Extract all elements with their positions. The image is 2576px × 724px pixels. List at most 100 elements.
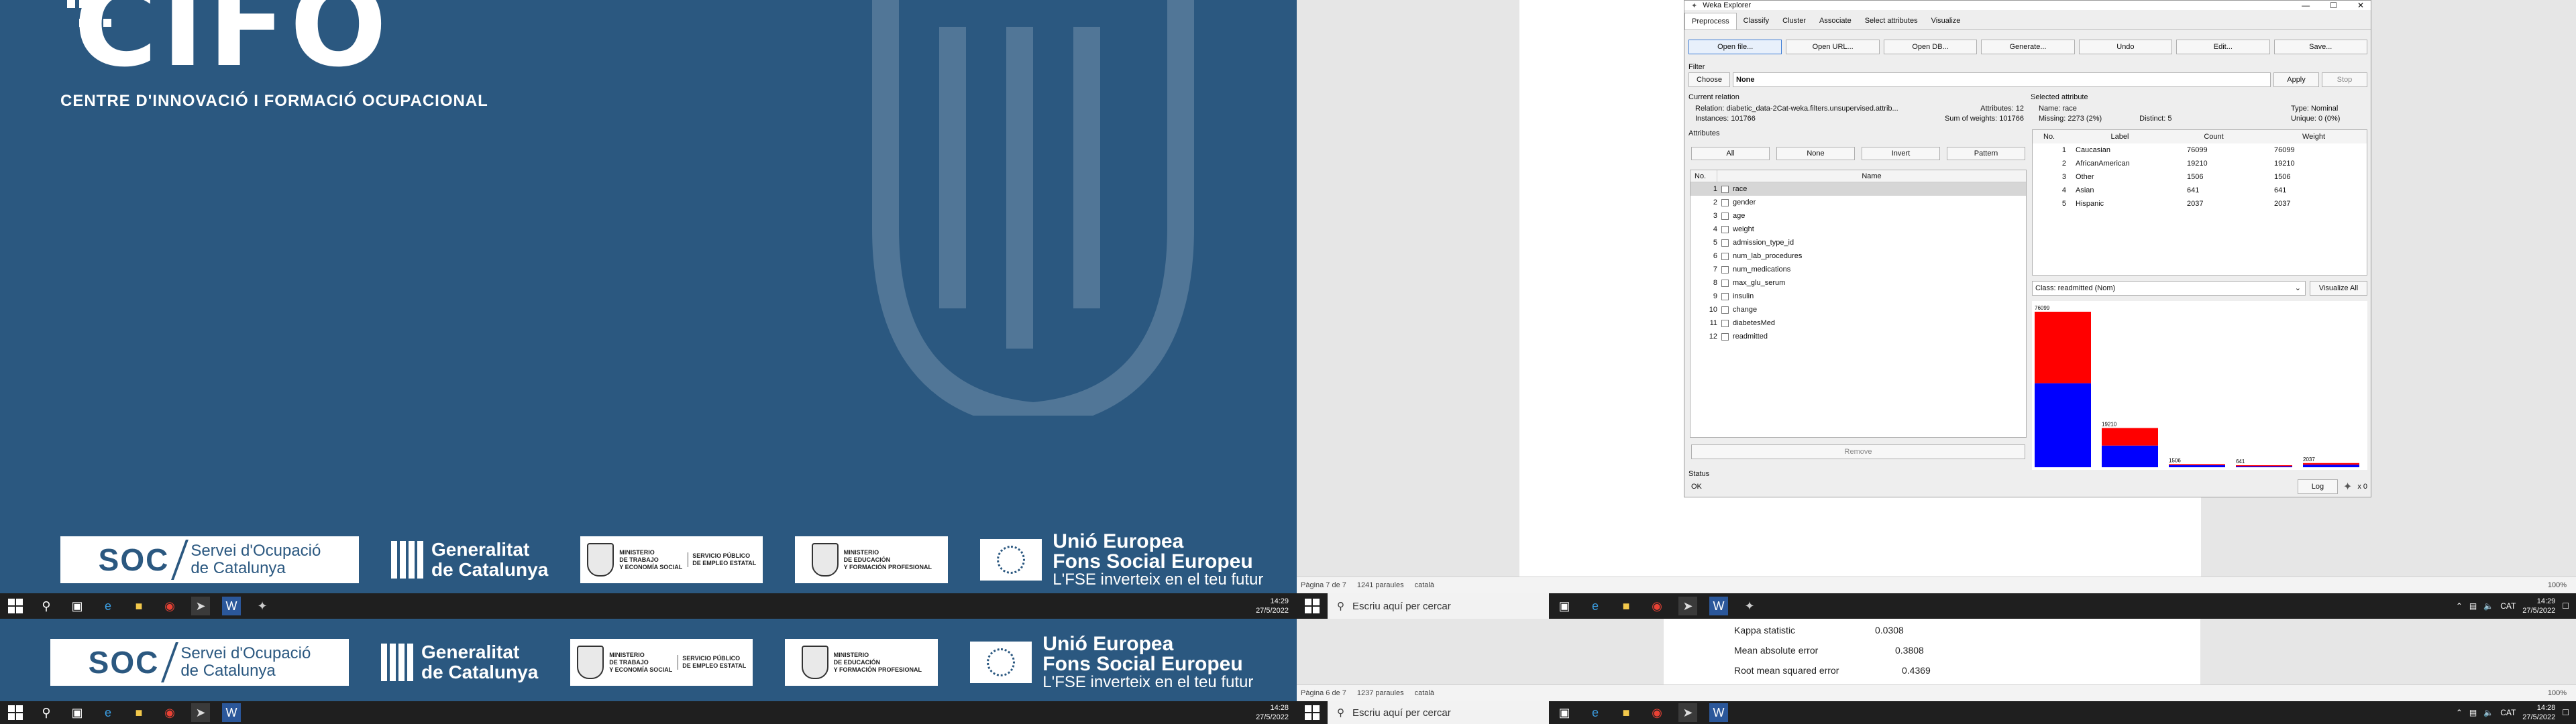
choose-filter-button[interactable]: Choose <box>1688 72 1730 87</box>
weka-taskbar-icon[interactable]: ➤ <box>191 703 210 722</box>
open-file-button[interactable]: Open file... <box>1688 40 1782 54</box>
attribute-row[interactable]: 9 insulin <box>1690 290 2026 303</box>
remove-button[interactable]: Remove <box>1691 444 2025 459</box>
clock[interactable]: 14:28 27/5/2022 <box>1256 703 1289 722</box>
word-icon[interactable]: W <box>1709 703 1728 722</box>
attribute-row[interactable]: 3 age <box>1690 209 2026 223</box>
apply-button[interactable]: Apply <box>2273 72 2319 87</box>
search-box[interactable]: ⚲ Escriu aquí per cercar <box>1328 701 1549 724</box>
word-count[interactable]: 1241 paraules <box>1357 581 1404 589</box>
language[interactable]: català <box>1415 581 1434 589</box>
chrome-icon[interactable]: ◉ <box>160 597 179 615</box>
task-view-icon[interactable]: ▣ <box>1555 597 1574 615</box>
edge-icon[interactable]: e <box>1586 597 1605 615</box>
notifications-icon[interactable]: ☐ <box>2562 708 2569 717</box>
edge-icon[interactable]: e <box>99 597 117 615</box>
tab-visualize[interactable]: Visualize <box>1925 13 1968 29</box>
weka-bird-icon[interactable]: ✦ <box>1740 597 1759 615</box>
attribute-checkbox[interactable] <box>1721 239 1729 247</box>
stop-button[interactable]: Stop <box>2322 72 2367 87</box>
edit-button[interactable]: Edit... <box>2176 40 2270 54</box>
attribute-row[interactable]: 5 admission_type_id <box>1690 236 2026 249</box>
attribute-row[interactable]: 12 readmitted <box>1690 330 2026 343</box>
word-icon[interactable]: W <box>222 703 241 722</box>
attribute-checkbox[interactable] <box>1721 252 1729 260</box>
task-view-icon[interactable]: ▣ <box>1555 703 1574 722</box>
attribute-row[interactable]: 7 num_medications <box>1690 263 2026 276</box>
chrome-icon[interactable]: ◉ <box>160 703 179 722</box>
visualize-all-button[interactable]: Visualize All <box>2310 281 2367 296</box>
weka-taskbar-icon[interactable]: ➤ <box>1678 597 1697 615</box>
file-explorer-icon[interactable]: ■ <box>1617 597 1635 615</box>
save-button[interactable]: Save... <box>2273 40 2367 54</box>
word-icon[interactable]: W <box>1709 597 1728 615</box>
attribute-row[interactable]: 11 diabetesMed <box>1690 316 2026 330</box>
clock[interactable]: 14:29 27/5/2022 <box>2522 597 2555 615</box>
attribute-row[interactable]: 1 race <box>1690 182 2026 196</box>
log-button[interactable]: Log <box>2297 479 2338 494</box>
attribute-checkbox[interactable] <box>1721 279 1729 287</box>
open-url-button[interactable]: Open URL... <box>1786 40 1880 54</box>
table-row[interactable]: 4 Asian 641 641 <box>2033 184 2367 197</box>
attribute-checkbox[interactable] <box>1721 198 1729 206</box>
chrome-icon[interactable]: ◉ <box>1648 597 1666 615</box>
attribute-row[interactable]: 8 max_glu_serum <box>1690 276 2026 290</box>
tab-associate[interactable]: Associate <box>1813 13 1858 29</box>
clock[interactable]: 14:29 27/5/2022 <box>1256 597 1289 615</box>
weka-taskbar-icon[interactable]: ➤ <box>1678 703 1697 722</box>
language-indicator[interactable]: CAT <box>2500 708 2516 717</box>
word-icon[interactable]: W <box>222 597 241 615</box>
notifications-icon[interactable]: ☐ <box>2562 601 2569 611</box>
class-select[interactable]: Class: readmitted (Nom) ⌄ <box>2032 281 2306 296</box>
search-icon[interactable]: ⚲ <box>37 703 56 722</box>
open-db-button[interactable]: Open DB... <box>1883 40 1978 54</box>
pattern-button[interactable]: Pattern <box>1947 147 2025 160</box>
attribute-checkbox[interactable] <box>1721 212 1729 220</box>
start-button[interactable] <box>1305 705 1320 720</box>
generate-button[interactable]: Generate... <box>1981 40 2075 54</box>
zoom-level[interactable]: 100% <box>2548 581 2567 589</box>
file-explorer-icon[interactable]: ■ <box>1617 703 1635 722</box>
select-none-button[interactable]: None <box>1776 147 1855 160</box>
attribute-checkbox[interactable] <box>1721 292 1729 300</box>
table-row[interactable]: 2 AfricanAmerican 19210 19210 <box>2033 157 2367 170</box>
attribute-checkbox[interactable] <box>1721 333 1729 341</box>
language[interactable]: català <box>1415 689 1434 697</box>
weka-bird-icon[interactable]: ✦ <box>253 597 272 615</box>
attribute-checkbox[interactable] <box>1721 319 1729 327</box>
minimize-icon[interactable]: — <box>2302 1 2310 10</box>
weka-taskbar-icon[interactable]: ➤ <box>191 597 210 615</box>
start-button[interactable] <box>1305 599 1320 613</box>
attribute-checkbox[interactable] <box>1721 306 1729 314</box>
maximize-icon[interactable]: ☐ <box>2330 1 2337 10</box>
task-view-icon[interactable]: ▣ <box>68 703 87 722</box>
attribute-row[interactable]: 2 gender <box>1690 196 2026 209</box>
file-explorer-icon[interactable]: ■ <box>129 597 148 615</box>
attribute-row[interactable]: 10 change <box>1690 303 2026 316</box>
chevron-up-icon[interactable]: ⌃ <box>2456 601 2463 611</box>
class-histogram[interactable]: 76099 19210 1506 641 2037 <box>2032 301 2367 470</box>
tab-preprocess[interactable]: Preprocess <box>1684 13 1737 29</box>
volume-icon[interactable]: 🔈 <box>2483 708 2493 717</box>
tab-select-attributes[interactable]: Select attributes <box>1858 13 1925 29</box>
tab-cluster[interactable]: Cluster <box>1776 13 1813 29</box>
word-count[interactable]: 1237 paraules <box>1357 689 1404 697</box>
start-button[interactable] <box>8 599 23 613</box>
chevron-up-icon[interactable]: ⌃ <box>2456 708 2463 717</box>
search-icon[interactable]: ⚲ <box>37 597 56 615</box>
attribute-checkbox[interactable] <box>1721 185 1729 193</box>
edge-icon[interactable]: e <box>1586 703 1605 722</box>
network-icon[interactable]: ▤ <box>2469 601 2477 611</box>
clock[interactable]: 14:28 27/5/2022 <box>2522 703 2555 722</box>
select-all-button[interactable]: All <box>1691 147 1770 160</box>
table-row[interactable]: 3 Other 1506 1506 <box>2033 170 2367 184</box>
invert-button[interactable]: Invert <box>1862 147 1940 160</box>
attribute-row[interactable]: 6 num_lab_procedures <box>1690 249 2026 263</box>
filter-field[interactable]: None <box>1733 72 2271 87</box>
start-button[interactable] <box>8 705 23 720</box>
task-view-icon[interactable]: ▣ <box>68 597 87 615</box>
network-icon[interactable]: ▤ <box>2469 708 2477 717</box>
close-icon[interactable]: ✕ <box>2357 1 2364 10</box>
edge-icon[interactable]: e <box>99 703 117 722</box>
attribute-row[interactable]: 4 weight <box>1690 223 2026 236</box>
